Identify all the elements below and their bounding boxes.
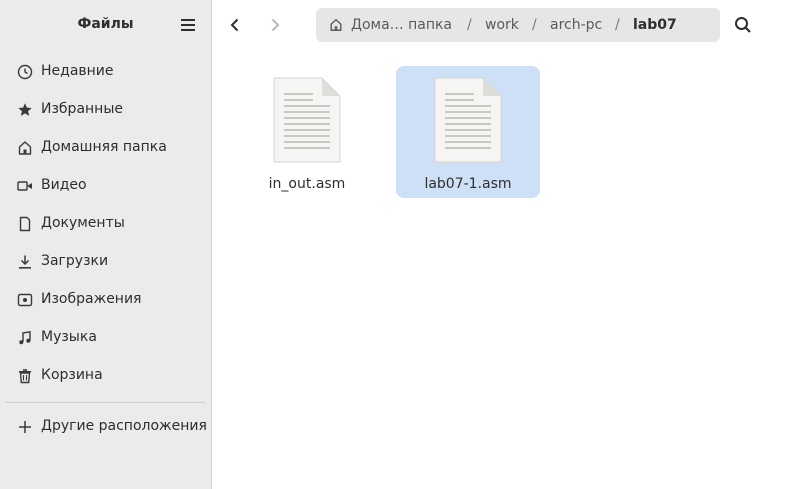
sidebar-header: Файлы xyxy=(0,0,211,50)
header-bar: Дома… папка / work / arch-pc / lab07 xyxy=(212,0,791,50)
sidebar-item-label: Видео xyxy=(41,177,87,193)
breadcrumb-work[interactable]: work xyxy=(485,17,519,33)
breadcrumb-separator: / xyxy=(532,17,537,33)
sidebar-item-recent[interactable]: Недавние xyxy=(0,57,211,87)
file-name: in_out.asm xyxy=(268,176,346,192)
clock-icon xyxy=(16,64,34,80)
document-icon xyxy=(16,216,34,232)
hamburger-icon xyxy=(181,19,195,31)
home-icon xyxy=(16,140,34,156)
image-icon xyxy=(16,292,34,308)
text-file-icon xyxy=(434,77,502,163)
breadcrumb-current[interactable]: lab07 xyxy=(633,17,677,33)
download-icon xyxy=(16,254,34,270)
forward-button[interactable] xyxy=(263,13,287,37)
music-icon xyxy=(16,330,34,346)
file-item-selected[interactable]: lab07-1.asm xyxy=(396,66,540,198)
sidebar-item-home[interactable]: Домашняя папка xyxy=(0,133,211,163)
sidebar-item-label: Домашняя папка xyxy=(41,139,167,155)
back-button[interactable] xyxy=(223,13,247,37)
breadcrumb-arch-pc[interactable]: arch-pc xyxy=(550,17,602,33)
sidebar-item-documents[interactable]: Документы xyxy=(0,209,211,239)
breadcrumb-separator: / xyxy=(615,17,620,33)
text-file-icon xyxy=(273,77,341,163)
sidebar-item-label: Изображения xyxy=(41,291,142,307)
sidebar-item-label: Недавние xyxy=(41,63,114,79)
trash-icon xyxy=(16,368,34,384)
sidebar-item-label: Другие расположения xyxy=(41,418,207,434)
sidebar: Файлы Недавние Избранные Домашняя папка xyxy=(0,0,212,489)
sidebar-item-trash[interactable]: Корзина xyxy=(0,361,211,391)
path-bar[interactable]: Дома… папка / work / arch-pc / lab07 xyxy=(316,8,720,42)
file-item[interactable]: in_out.asm xyxy=(235,66,379,198)
sidebar-item-label: Музыка xyxy=(41,329,97,345)
sidebar-item-label: Корзина xyxy=(41,367,103,383)
star-icon xyxy=(16,102,34,118)
breadcrumb-home[interactable]: Дома… папка xyxy=(351,17,452,33)
sidebar-item-label: Избранные xyxy=(41,101,123,117)
sidebar-item-downloads[interactable]: Загрузки xyxy=(0,247,211,277)
sidebar-item-label: Загрузки xyxy=(41,253,109,269)
search-icon xyxy=(735,17,751,33)
sidebar-item-videos[interactable]: Видео xyxy=(0,171,211,201)
file-name: lab07-1.asm xyxy=(424,176,512,192)
sidebar-item-starred[interactable]: Избранные xyxy=(0,95,211,125)
sidebar-item-music[interactable]: Музыка xyxy=(0,323,211,353)
video-icon xyxy=(16,178,34,194)
sidebar-item-pictures[interactable]: Изображения xyxy=(0,285,211,315)
search-button[interactable] xyxy=(731,13,755,37)
plus-icon xyxy=(16,419,34,435)
sidebar-item-label: Документы xyxy=(41,215,125,231)
chevron-right-icon xyxy=(271,18,280,32)
breadcrumb-separator: / xyxy=(467,17,472,33)
home-icon xyxy=(330,19,342,31)
chevron-left-icon xyxy=(230,18,239,32)
sidebar-divider xyxy=(5,402,205,403)
sidebar-item-other-locations[interactable]: Другие расположения xyxy=(0,412,211,442)
main-menu-button[interactable] xyxy=(176,15,200,35)
